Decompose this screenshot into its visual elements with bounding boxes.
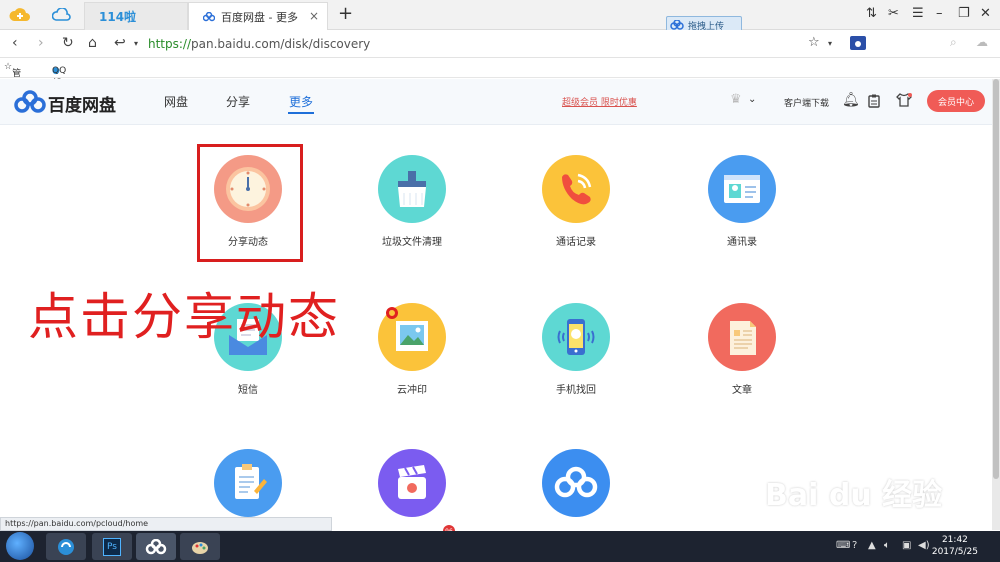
client-download-link[interactable]: 客户端下载 — [784, 96, 829, 109]
baidu-pan-logo-icon[interactable] — [14, 90, 46, 114]
bookmark-manage[interactable]: ☆ 管理 — [4, 62, 21, 92]
app-header: 百度网盘 网盘 分享 更多 超级会员 限时优惠 ♛ ⌄ 客户端下载 🔔︎ 会员中… — [0, 79, 992, 125]
feature-label: 短信 — [238, 385, 258, 396]
minimize-icon[interactable]: – — [936, 6, 943, 21]
star-icon[interactable]: ☆ — [808, 35, 820, 50]
tab-baidu-pan[interactable]: 百度网盘 - 更多 × — [188, 2, 328, 30]
url-field[interactable]: https://pan.baidu.com/disk/discovery — [148, 33, 968, 55]
tab-label: 百度网盘 - 更多 — [221, 10, 298, 24]
nav-share[interactable]: 分享 — [226, 93, 250, 110]
nav-more[interactable]: 更多 — [289, 93, 313, 110]
chevron-down-icon[interactable]: ▾ — [134, 39, 138, 48]
paw-icon[interactable] — [850, 36, 866, 54]
restore-icon[interactable]: ❐ — [958, 6, 970, 21]
clock-time: 21:42 — [941, 535, 968, 545]
url-path: pan.baidu.com/disk/discovery — [191, 37, 371, 51]
baidu-cloud-icon — [203, 11, 215, 21]
feature-label: 文章 — [732, 385, 752, 396]
contact-card-icon — [708, 155, 776, 223]
tray-arrow-icon[interactable]: ▲ — [868, 540, 876, 551]
clipboard-icon — [214, 449, 282, 517]
paint-taskbar-icon[interactable] — [180, 533, 220, 560]
baidu-pan-taskbar-icon[interactable] — [136, 533, 176, 560]
instruction-annotation: 点击分享动态 — [28, 288, 340, 346]
back-icon[interactable]: ‹ — [12, 35, 18, 51]
baidu-cloud-icon — [542, 449, 610, 517]
watermark-logo: Bai du 经验 — [765, 478, 943, 513]
chevron-down-icon[interactable]: ▾ — [828, 39, 832, 48]
feature-phone-finder[interactable]: 手机找回 — [516, 303, 636, 396]
start-button-icon[interactable] — [6, 532, 34, 560]
baidu-cloud-icon — [670, 20, 684, 30]
volume-icon[interactable]: 🔈︎ — [884, 540, 890, 551]
speaker-icon[interactable]: ◀) — [918, 540, 930, 551]
address-toolbar: ‹ › ↻ ⌂ ↩ ▾ https://pan.baidu.com/disk/d… — [0, 30, 1000, 58]
document-icon — [708, 303, 776, 371]
network-icon[interactable]: ▣ — [902, 540, 911, 551]
browser-taskbar-icon[interactable] — [46, 533, 86, 560]
cloud-upload-icon[interactable] — [0, 0, 40, 30]
cloud-icon[interactable] — [42, 0, 82, 30]
new-tab-button[interactable]: + — [338, 3, 353, 24]
close-window-icon[interactable]: ✕ — [980, 6, 991, 21]
promo-link[interactable]: 超级会员 限时优惠 — [562, 95, 637, 108]
tab-114la[interactable]: 114啦 — [84, 2, 188, 30]
highlight-box — [197, 144, 303, 262]
search-icon[interactable]: ⌕ — [950, 35, 957, 50]
scrollbar-thumb[interactable] — [993, 79, 999, 479]
broom-icon — [378, 155, 446, 223]
clapper-icon — [378, 449, 446, 517]
annotation-circle-mark — [386, 307, 398, 319]
vip-center-button[interactable]: 会员中心 — [927, 90, 985, 112]
vertical-scrollbar[interactable] — [992, 79, 1000, 530]
feature-contacts[interactable]: 通讯录 — [682, 155, 802, 248]
clipboard-icon[interactable] — [868, 94, 880, 108]
keyboard-icon[interactable]: ⌨ — [836, 540, 850, 551]
feature-label: 手机找回 — [556, 385, 596, 396]
phone-icon — [542, 155, 610, 223]
menu-icon[interactable]: ☰ — [912, 6, 924, 21]
feature-video[interactable] — [352, 449, 472, 517]
scissors-icon[interactable]: ✂ — [888, 6, 899, 21]
cloud-icon[interactable]: ☁ — [976, 35, 988, 49]
chevron-down-icon[interactable]: ⌄ — [748, 94, 756, 105]
tab-label: 114啦 — [99, 10, 137, 24]
browser-tab-strip: 114啦 百度网盘 - 更多 × + 拖拽上传 ⇅ ✂ ☰ – ❐ ✕ — [0, 0, 1000, 34]
status-bar-url: https://pan.baidu.com/pcloud/home — [0, 517, 332, 531]
crown-icon[interactable]: ♛ — [730, 92, 742, 107]
feature-label: 云冲印 — [397, 385, 427, 396]
windows-taskbar: Ps ⌨ ? ▲ 🔈︎ ▣ ◀) 21:42 2017/5/25 — [0, 531, 1000, 562]
feature-articles[interactable]: 文章 — [682, 303, 802, 396]
feature-junk-clean[interactable]: 垃圾文件清理 — [352, 155, 472, 248]
feature-label: 通话记录 — [556, 237, 596, 248]
reload-icon[interactable]: ↻ — [62, 35, 74, 51]
photoshop-taskbar-icon[interactable]: Ps — [92, 533, 132, 560]
taskbar-clock[interactable]: 21:42 2017/5/25 — [932, 534, 978, 558]
feature-label: 通讯录 — [727, 237, 757, 248]
watermark-url: jingyan.baidu.com — [770, 513, 872, 526]
brand-name[interactable]: 百度网盘 — [48, 91, 116, 116]
home-icon[interactable]: ⌂ — [88, 35, 97, 51]
feature-baidu-cloud[interactable] — [516, 449, 636, 517]
speed-icon[interactable]: ⇅ — [866, 6, 877, 21]
url-protocol: https:// — [148, 37, 192, 51]
feature-call-log[interactable]: 通话记录 — [516, 155, 636, 248]
nav-wangpan[interactable]: 网盘 — [164, 93, 188, 110]
feature-label: 垃圾文件清理 — [382, 237, 442, 248]
mobile-icon — [542, 303, 610, 371]
shirt-icon[interactable] — [896, 93, 912, 107]
help-icon[interactable]: ? — [852, 540, 857, 551]
feature-cloud-print[interactable]: 云冲印 — [352, 303, 472, 396]
undo-icon[interactable]: ↩ — [114, 35, 126, 51]
nav-active-indicator — [288, 112, 314, 114]
close-tab-icon[interactable]: × — [309, 9, 319, 23]
forward-icon[interactable]: › — [38, 35, 44, 51]
feature-notes[interactable] — [188, 449, 308, 517]
bookmarks-bar: ☆ 管理 ● QQ邮箱 - 收件箱 — [0, 58, 1000, 151]
bell-icon[interactable]: 🔔︎ — [842, 92, 860, 108]
clock-date: 2017/5/25 — [931, 547, 978, 557]
